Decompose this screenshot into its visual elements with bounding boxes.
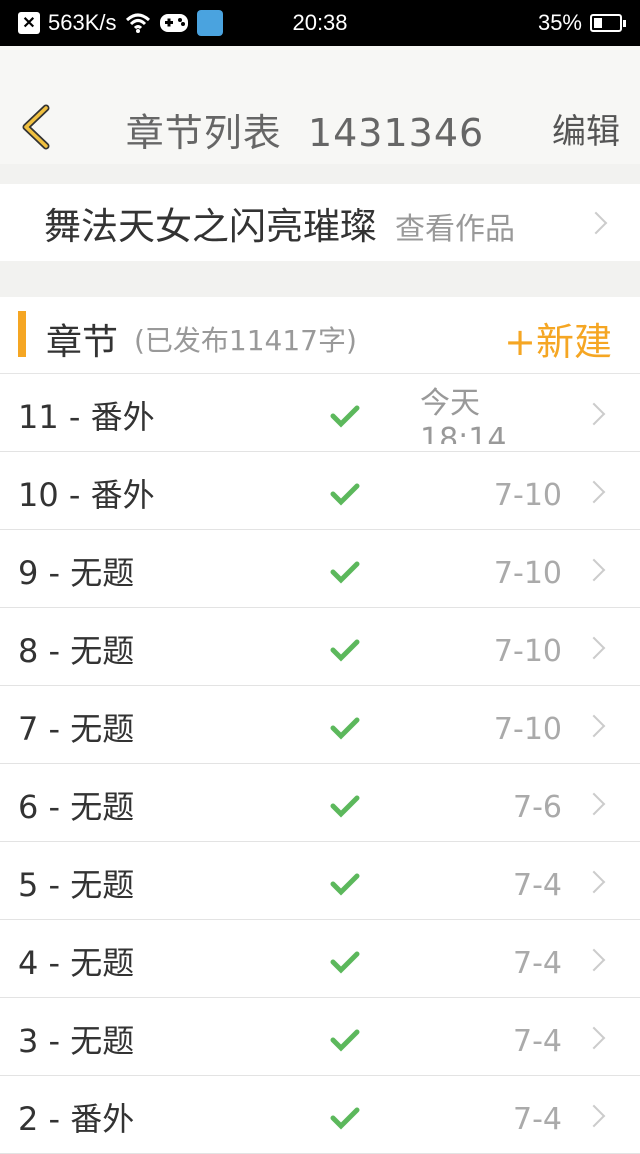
- chevron-right-icon: [582, 402, 606, 426]
- chevron-right-icon: [582, 714, 606, 738]
- chapter-title: 3 - 无题: [18, 1022, 135, 1060]
- chapter-title: 11 - 番外: [18, 398, 155, 436]
- published-count: (已发布11417字): [134, 324, 357, 357]
- chevron-right-icon: [582, 558, 606, 582]
- chapter-row[interactable]: 2 - 番外 7-4: [0, 1076, 640, 1154]
- published-check-icon: [330, 717, 360, 740]
- published-check-icon: [330, 795, 360, 818]
- chapter-row[interactable]: 3 - 无题 7-4: [0, 998, 640, 1076]
- battery-icon: [590, 14, 626, 32]
- chapter-date: 7-10: [493, 712, 562, 747]
- chevron-right-icon: [582, 636, 606, 660]
- published-check-icon: [330, 405, 360, 428]
- chapter-row[interactable]: 4 - 无题 7-4: [0, 920, 640, 998]
- chapter-row[interactable]: 8 - 无题 7-10: [0, 608, 640, 686]
- published-check-icon: [330, 1029, 360, 1052]
- chapter-date: 7-4: [513, 946, 562, 981]
- chevron-right-icon: [582, 792, 606, 816]
- chevron-right-icon: [582, 948, 606, 972]
- nav-header: 章节列表 1431346 编辑: [0, 46, 640, 164]
- new-chapter-button[interactable]: +新建: [504, 311, 612, 366]
- chapters-label: 章节: [46, 322, 119, 363]
- published-check-icon: [330, 483, 360, 506]
- battery-percent: 35%: [537, 10, 582, 35]
- chevron-right-icon: [582, 480, 606, 504]
- published-check-icon: [330, 951, 360, 974]
- work-row[interactable]: 舞法天女之闪亮璀璨 查看作品: [0, 184, 640, 261]
- published-check-icon: [330, 639, 360, 662]
- chapter-date: 7-10: [493, 478, 562, 513]
- chevron-right-icon: [582, 1026, 606, 1050]
- chapter-title: 2 - 番外: [18, 1100, 135, 1138]
- published-check-icon: [330, 561, 360, 584]
- chapter-title: 7 - 无题: [18, 710, 135, 748]
- view-work-link[interactable]: 查看作品: [395, 204, 515, 248]
- published-check-icon: [330, 873, 360, 896]
- chapter-date: 今天 18:14: [420, 386, 507, 444]
- edit-button[interactable]: 编辑: [552, 104, 620, 153]
- chevron-right-icon: [582, 870, 606, 894]
- chapter-date: 7-10: [493, 634, 562, 669]
- chapter-date: 7-6: [513, 790, 562, 825]
- chapter-date: 7-10: [493, 556, 562, 591]
- chapter-list: 11 - 番外 今天 18:14 10 - 番外 7-10 9 - 无题 7-10 8 - …: [0, 374, 640, 1154]
- work-title: 舞法天女之闪亮璀璨: [44, 204, 377, 248]
- chapter-title: 9 - 无题: [18, 554, 135, 592]
- chapter-date: 7-4: [513, 1102, 562, 1137]
- chapter-date: 7-4: [513, 868, 562, 903]
- chapters-header: 章节 (已发布11417字) +新建: [0, 297, 640, 374]
- status-right: 35%: [537, 0, 626, 46]
- chapter-row[interactable]: 6 - 无题 7-6: [0, 764, 640, 842]
- chevron-right-icon: [584, 211, 608, 234]
- chapter-date: 7-4: [513, 1024, 562, 1059]
- chapter-title: 10 - 番外: [18, 476, 155, 514]
- chapter-row[interactable]: 5 - 无题 7-4: [0, 842, 640, 920]
- chevron-right-icon: [582, 1104, 606, 1128]
- chapter-title: 5 - 无题: [18, 866, 135, 904]
- page-title: 章节列表 1431346: [125, 111, 485, 155]
- status-bar: ✕ 563K/s 20:38 35%: [0, 0, 640, 46]
- published-check-icon: [330, 1107, 360, 1130]
- chapter-title: 8 - 无题: [18, 632, 135, 670]
- battery-fill: [594, 18, 602, 28]
- chapter-row[interactable]: 7 - 无题 7-10: [0, 686, 640, 764]
- chapter-row[interactable]: 10 - 番外 7-10: [0, 452, 640, 530]
- chapter-title: 4 - 无题: [18, 944, 135, 982]
- section-accent-bar: [18, 311, 26, 357]
- chapter-row[interactable]: 11 - 番外 今天 18:14: [0, 374, 640, 452]
- chapter-row[interactable]: 9 - 无题 7-10: [0, 530, 640, 608]
- chapter-title: 6 - 无题: [18, 788, 135, 826]
